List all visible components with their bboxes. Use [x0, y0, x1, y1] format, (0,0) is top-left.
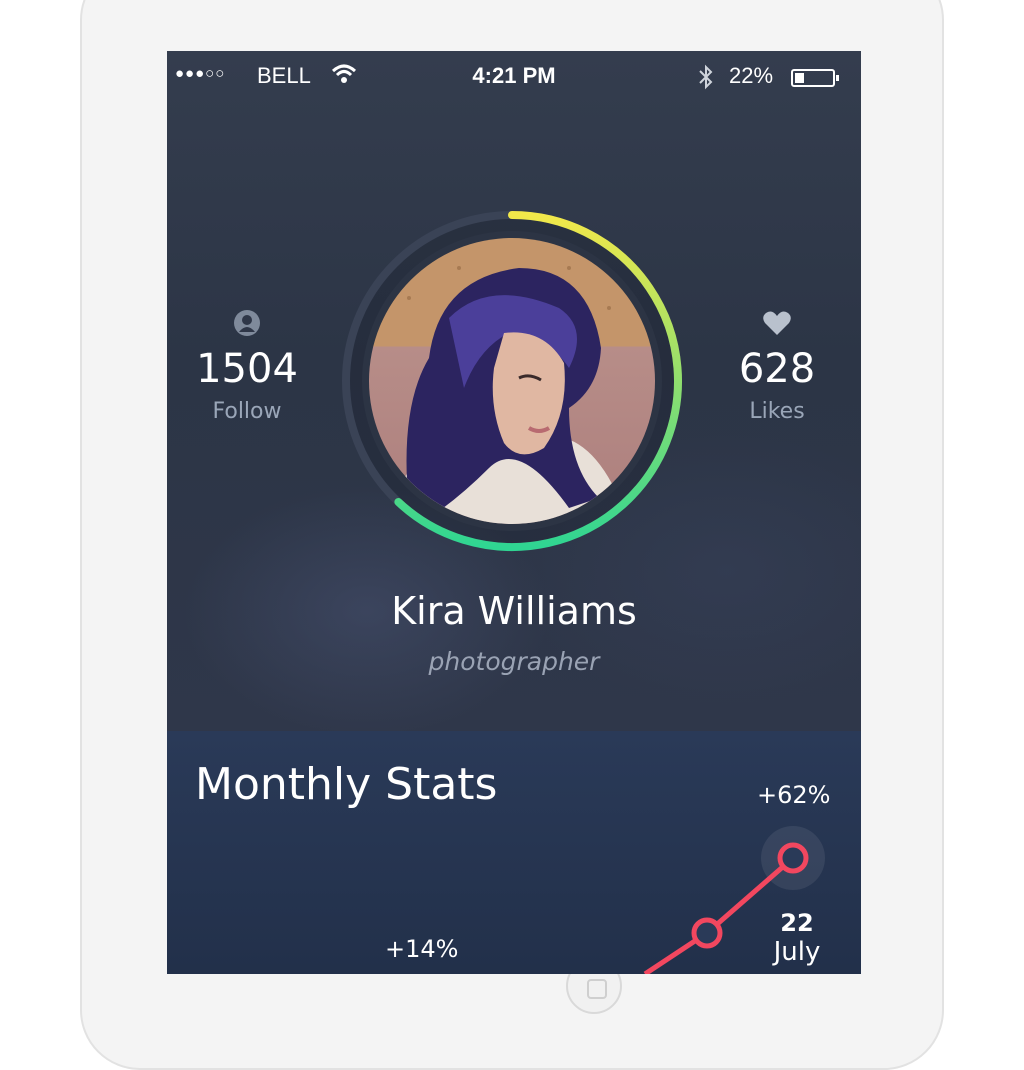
- app-screen: ●●●○○ BELL 4:21 PM 22% 1504 Follow 628 L…: [167, 51, 861, 974]
- heart-icon: [763, 311, 791, 335]
- likes-stat[interactable]: 628 Likes: [697, 309, 857, 427]
- status-bar: ●●●○○ BELL 4:21 PM 22%: [167, 51, 861, 103]
- profile-header: ●●●○○ BELL 4:21 PM 22% 1504 Follow 628 L…: [167, 51, 861, 731]
- follow-label: Follow: [212, 399, 282, 424]
- likes-label: Likes: [749, 399, 805, 424]
- profile-name: Kira Williams: [391, 589, 637, 633]
- profile-role: photographer: [428, 647, 600, 676]
- battery-icon: [791, 69, 839, 87]
- user-icon: [234, 310, 260, 336]
- follow-stat[interactable]: 1504 Follow: [167, 309, 327, 427]
- battery-percentage: 22%: [729, 63, 774, 88]
- chart-point-low[interactable]: [691, 917, 723, 949]
- likes-count: 628: [738, 346, 816, 392]
- follow-count: 1504: [196, 346, 298, 392]
- date-day: 22: [780, 909, 814, 937]
- avatar[interactable]: [369, 238, 655, 524]
- bluetooth-icon: [697, 64, 715, 96]
- date-month: July: [773, 937, 821, 967]
- avatar-portrait: [369, 256, 655, 524]
- monthly-stats-panel: Monthly Stats +62% +14% 22 July: [167, 731, 861, 974]
- chart-point-high[interactable]: [777, 842, 809, 874]
